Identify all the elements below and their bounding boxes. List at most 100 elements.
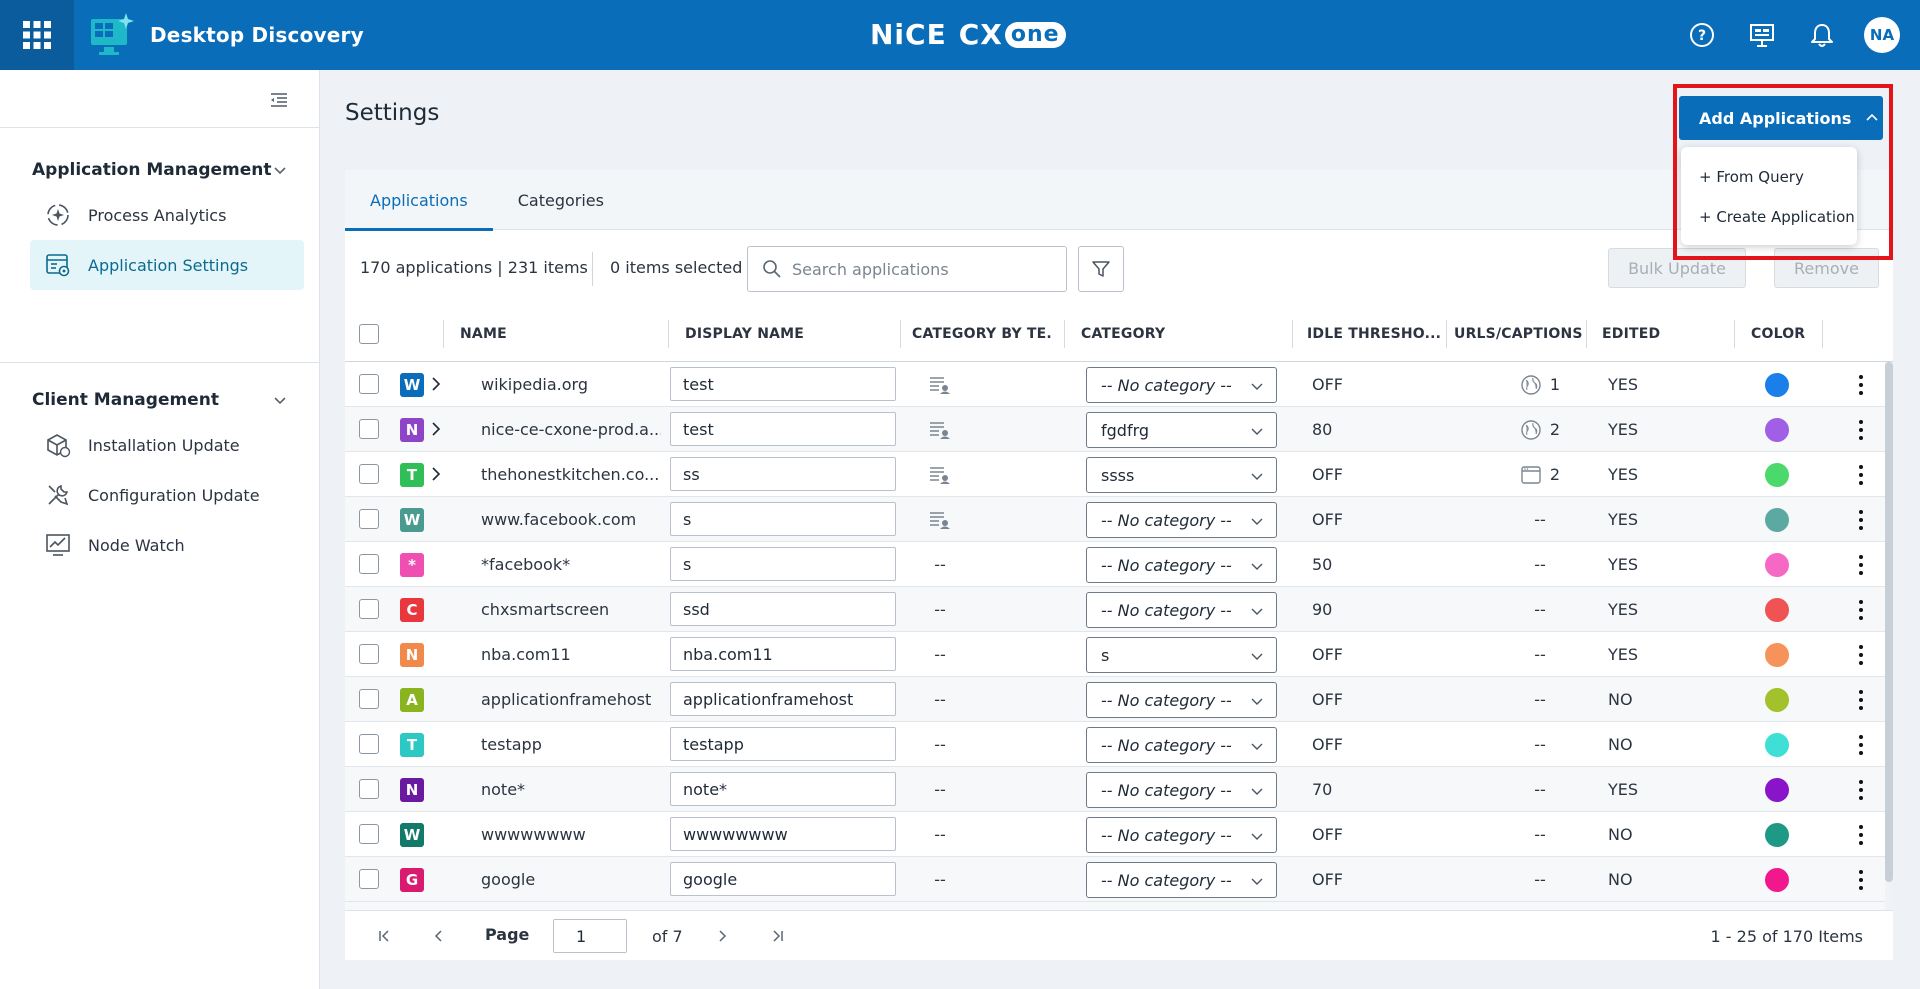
display-name-input[interactable]: nba.com11 xyxy=(670,637,896,671)
table-row[interactable]: Ggoogle google -- -- No category -- OFF -- NO xyxy=(345,857,1893,902)
add-applications-button[interactable]: Add Applications xyxy=(1679,96,1883,140)
more-vertical-icon[interactable] xyxy=(1855,373,1867,397)
color-swatch[interactable] xyxy=(1765,868,1789,892)
sidebar-item-application-settings[interactable]: Application Settings xyxy=(30,240,304,290)
category-select[interactable]: -- No category -- xyxy=(1086,772,1277,808)
row-checkbox[interactable] xyxy=(359,824,379,844)
more-vertical-icon[interactable] xyxy=(1855,463,1867,487)
display-name-input[interactable]: ss xyxy=(670,457,896,491)
color-swatch[interactable] xyxy=(1765,508,1789,532)
display-name-input[interactable]: note* xyxy=(670,772,896,806)
display-name-input[interactable]: wwwwwwww xyxy=(670,817,896,851)
column-header-display-name[interactable]: DISPLAY NAME xyxy=(685,306,804,362)
table-row[interactable]: Nnote* note* -- -- No category -- 70 -- YES xyxy=(345,767,1893,812)
group-header-application-management[interactable]: Application Management xyxy=(0,150,320,190)
color-swatch[interactable] xyxy=(1765,733,1789,757)
category-select[interactable]: -- No category -- xyxy=(1086,592,1277,628)
menu-item-create-application[interactable]: + Create Application xyxy=(1681,197,1857,237)
apps-grid-button[interactable] xyxy=(0,0,74,70)
color-swatch[interactable] xyxy=(1765,373,1789,397)
category-select[interactable]: -- No category -- xyxy=(1086,367,1277,403)
table-row[interactable]: Wwwwwwwww wwwwwwww -- -- No category -- OFF -… xyxy=(345,812,1893,857)
notifications-button[interactable] xyxy=(1804,17,1840,53)
column-header-category-by-te[interactable]: CATEGORY BY TE... xyxy=(912,306,1052,362)
table-row[interactable]: Wwikipedia.org test -- No category -- OFF 1 Y… xyxy=(345,362,1893,407)
category-select[interactable]: ssss xyxy=(1086,457,1277,493)
table-scrollbar-thumb[interactable] xyxy=(1885,362,1893,882)
first-page-button[interactable] xyxy=(375,927,393,945)
more-vertical-icon[interactable] xyxy=(1855,598,1867,622)
last-page-button[interactable] xyxy=(769,927,787,945)
row-checkbox[interactable] xyxy=(359,419,379,439)
color-swatch[interactable] xyxy=(1765,778,1789,802)
color-swatch[interactable] xyxy=(1765,598,1789,622)
group-header-client-management[interactable]: Client Management xyxy=(0,380,320,420)
table-row[interactable]: Wwww.facebook.com s -- No category -- OFF --… xyxy=(345,497,1893,542)
display-name-input[interactable]: applicationframehost xyxy=(670,682,896,716)
color-swatch[interactable] xyxy=(1765,643,1789,667)
page-number-input[interactable]: 1 xyxy=(553,919,627,953)
row-checkbox[interactable] xyxy=(359,464,379,484)
column-header-edited[interactable]: EDITED xyxy=(1602,306,1660,362)
category-select[interactable]: -- No category -- xyxy=(1086,727,1277,763)
category-by-te-cell[interactable] xyxy=(865,497,1015,542)
menu-item-from-query[interactable]: + From Query xyxy=(1681,157,1857,197)
color-swatch[interactable] xyxy=(1765,688,1789,712)
table-row[interactable]: Ttestapp testapp -- -- No category -- OFF -- N… xyxy=(345,722,1893,767)
tab-categories[interactable]: Categories xyxy=(493,170,629,230)
row-checkbox[interactable] xyxy=(359,509,379,529)
presentation-button[interactable] xyxy=(1744,17,1780,53)
category-select[interactable]: -- No category -- xyxy=(1086,862,1277,898)
sidebar-item-process-analytics[interactable]: Process Analytics xyxy=(30,190,304,240)
display-name-input[interactable]: google xyxy=(670,862,896,896)
category-select[interactable]: -- No category -- xyxy=(1086,547,1277,583)
category-select[interactable]: -- No category -- xyxy=(1086,502,1277,538)
help-button[interactable]: ? xyxy=(1684,17,1720,53)
urls-captions-cell[interactable]: 2 xyxy=(1485,407,1595,452)
display-name-input[interactable]: test xyxy=(670,367,896,401)
table-row[interactable]: Nnice-ce-cxone-prod.a... test fgdfrg 80 2 YES xyxy=(345,407,1893,452)
sidebar-item-installation-update[interactable]: Installation Update xyxy=(30,420,304,470)
more-vertical-icon[interactable] xyxy=(1855,418,1867,442)
category-select[interactable]: -- No category -- xyxy=(1086,817,1277,853)
color-swatch[interactable] xyxy=(1765,418,1789,442)
table-row[interactable]: Nnba.com11 nba.com11 -- s OFF -- YES xyxy=(345,632,1893,677)
more-vertical-icon[interactable] xyxy=(1855,868,1867,892)
filter-button[interactable] xyxy=(1078,246,1124,292)
more-vertical-icon[interactable] xyxy=(1855,823,1867,847)
row-checkbox[interactable] xyxy=(359,374,379,394)
table-row[interactable]: * *facebook* s -- -- No category -- 50 -- YES xyxy=(345,542,1893,587)
column-header-name[interactable]: NAME xyxy=(460,306,507,362)
display-name-input[interactable]: test xyxy=(670,412,896,446)
row-checkbox[interactable] xyxy=(359,779,379,799)
row-checkbox[interactable] xyxy=(359,599,379,619)
color-swatch[interactable] xyxy=(1765,823,1789,847)
search-input[interactable] xyxy=(792,259,1042,279)
category-by-te-cell[interactable] xyxy=(865,407,1015,452)
more-vertical-icon[interactable] xyxy=(1855,688,1867,712)
more-vertical-icon[interactable] xyxy=(1855,733,1867,757)
more-vertical-icon[interactable] xyxy=(1855,778,1867,802)
more-vertical-icon[interactable] xyxy=(1855,643,1867,667)
column-header-category[interactable]: CATEGORY xyxy=(1081,306,1165,362)
column-header-urls-captions[interactable]: URLS/CAPTIONS xyxy=(1454,306,1583,362)
color-swatch[interactable] xyxy=(1765,463,1789,487)
row-checkbox[interactable] xyxy=(359,554,379,574)
display-name-input[interactable]: testapp xyxy=(670,727,896,761)
category-by-te-cell[interactable] xyxy=(865,452,1015,497)
more-vertical-icon[interactable] xyxy=(1855,508,1867,532)
category-by-te-cell[interactable] xyxy=(865,362,1015,407)
display-name-input[interactable]: ssd xyxy=(670,592,896,626)
column-header-color[interactable]: COLOR xyxy=(1751,306,1805,362)
urls-captions-cell[interactable]: 2 xyxy=(1485,452,1595,497)
category-select[interactable]: -- No category -- xyxy=(1086,682,1277,718)
category-select[interactable]: fgdfrg xyxy=(1086,412,1277,448)
more-vertical-icon[interactable] xyxy=(1855,553,1867,577)
display-name-input[interactable]: s xyxy=(670,502,896,536)
column-header-idle-threshold[interactable]: IDLE THRESHO... xyxy=(1307,306,1442,362)
next-page-button[interactable] xyxy=(713,927,731,945)
user-avatar[interactable]: NA xyxy=(1864,17,1900,53)
previous-page-button[interactable] xyxy=(430,927,448,945)
color-swatch[interactable] xyxy=(1765,553,1789,577)
row-checkbox[interactable] xyxy=(359,689,379,709)
